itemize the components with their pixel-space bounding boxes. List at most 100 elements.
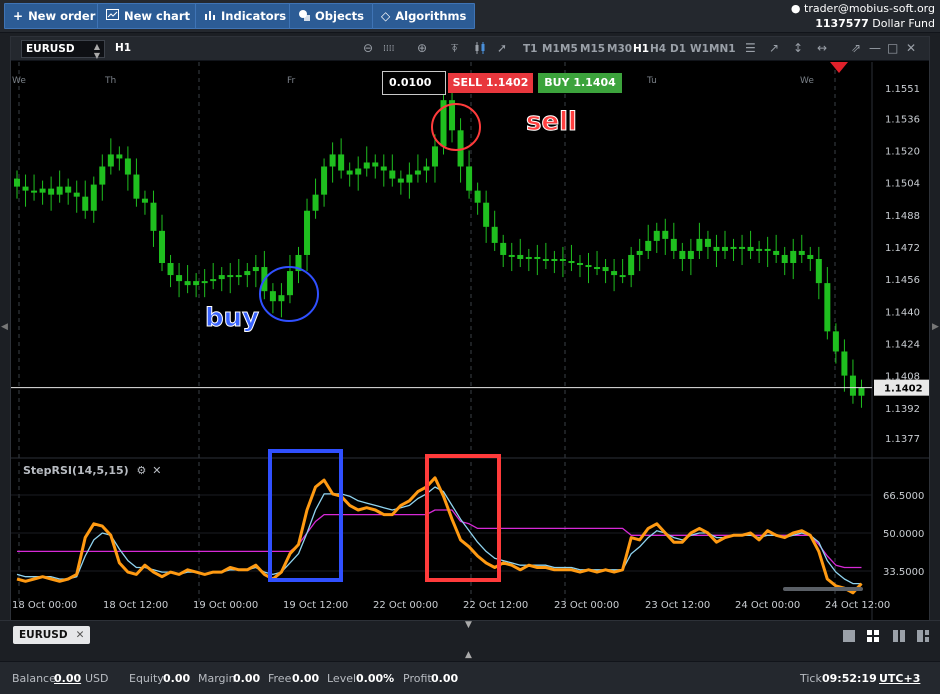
- horizontal-scale-icon[interactable]: ↔: [817, 41, 827, 55]
- buy-button[interactable]: BUY 1.1404: [538, 73, 622, 93]
- current-price-label: 1.1402: [884, 384, 923, 395]
- right-panel-toggle-icon[interactable]: ▶: [932, 322, 939, 332]
- timeframe-m15[interactable]: M15: [580, 43, 605, 55]
- price-tick-label: 1.1551: [885, 84, 920, 95]
- chart-window: EURUSD ▲ ▼ H1 ⊖ ⁞⁞⁞⁞ ⊕ ⍕ ➚ ☰ ↗ ↕ ↔ ⇗ — □ …: [10, 36, 930, 620]
- indicator-settings-icon[interactable]: ⚙: [137, 464, 147, 477]
- candle-body: [227, 275, 234, 278]
- new-chart-button[interactable]: New chart: [97, 3, 199, 29]
- candle-body: [585, 265, 592, 268]
- line-chart-type-icon[interactable]: ➚: [497, 41, 507, 55]
- close-window-icon[interactable]: ✕: [906, 41, 916, 55]
- minimize-icon[interactable]: —: [869, 41, 881, 55]
- candle-body: [696, 238, 703, 251]
- balance-value[interactable]: 0.00: [54, 672, 81, 685]
- account-id: 1137577: [815, 17, 869, 30]
- candle-body: [363, 162, 370, 169]
- tab-eurusd[interactable]: EURUSD ✕: [13, 626, 91, 644]
- price-chart[interactable]: 1.1551 1.1536 1.1520 1.1504 1.1488 1.1472 1.14…: [11, 62, 929, 620]
- candle-body: [474, 190, 481, 203]
- panel-handle[interactable]: ▲: [0, 650, 940, 661]
- bar-chart-icon: [204, 9, 216, 23]
- volume-input[interactable]: 0.0100: [382, 71, 446, 95]
- indicator-close-icon[interactable]: ✕: [152, 464, 161, 477]
- chart-window-icon: [106, 9, 119, 23]
- timeframe-m5[interactable]: M5: [560, 43, 578, 55]
- candle-body: [193, 281, 200, 286]
- price-tick-label: 1.1504: [885, 179, 920, 190]
- chart-settings-icon[interactable]: ☰: [745, 41, 756, 55]
- timezone-selector[interactable]: UTC+3: [879, 672, 920, 685]
- indicator-header: StepRSI(14,5,15) ⚙ ✕: [23, 464, 161, 477]
- candle-body: [559, 258, 566, 261]
- sell-button[interactable]: SELL 1.1402: [448, 73, 533, 93]
- spinner-arrows-icon: ▲ ▼: [93, 42, 100, 60]
- timeframe-h4[interactable]: H4: [650, 43, 666, 55]
- tick-label: Tick: [800, 672, 822, 685]
- timeframe-h1[interactable]: H1: [633, 43, 649, 55]
- chart-scrollbar[interactable]: [783, 587, 863, 591]
- left-panel-toggle-icon[interactable]: ◀: [1, 322, 8, 332]
- profit-label: Profit: [403, 672, 432, 685]
- candle-body: [466, 166, 473, 191]
- maximize-icon[interactable]: □: [887, 41, 898, 55]
- account-name: Dollar Fund: [872, 17, 935, 30]
- objects-button[interactable]: Objects: [289, 3, 373, 29]
- layout-rows-icon[interactable]: [916, 629, 930, 643]
- buy-button-label: BUY 1.1404: [544, 76, 616, 89]
- timeframe-w1[interactable]: W1: [690, 43, 709, 55]
- equity-value: 0.00: [163, 672, 191, 685]
- candle-body: [252, 267, 259, 272]
- chart-window-toolbar: EURUSD ▲ ▼ H1 ⊖ ⁞⁞⁞⁞ ⊕ ⍕ ➚ ☰ ↗ ↕ ↔ ⇗ — □ …: [11, 37, 929, 61]
- candle-body: [500, 242, 507, 255]
- algorithms-button[interactable]: ◇ Algorithms: [372, 3, 476, 29]
- timeframe-d1[interactable]: D1: [670, 43, 686, 55]
- zoom-in-icon[interactable]: ⊕: [417, 41, 427, 55]
- symbol-label: EURUSD: [26, 43, 75, 55]
- detach-window-icon[interactable]: ⇗: [851, 41, 861, 55]
- candle-chart-type-icon[interactable]: [474, 41, 486, 58]
- timeframe-m30[interactable]: M30: [607, 43, 632, 55]
- algorithms-label: Algorithms: [395, 9, 467, 23]
- account-info[interactable]: ● trader@mobius-soft.org 1137577 Dollar …: [791, 1, 935, 31]
- new-order-button[interactable]: + New order: [4, 3, 105, 29]
- price-tick-label: 1.1456: [885, 275, 920, 286]
- indicators-button[interactable]: Indicators: [195, 3, 296, 29]
- candle-body: [517, 254, 524, 259]
- timeframe-mn1[interactable]: MN1: [709, 43, 736, 55]
- collapse-panel-icon[interactable]: ▼: [465, 620, 472, 630]
- zoom-slider[interactable]: ⁞⁞⁞⁞: [383, 44, 394, 54]
- candle-body: [679, 250, 686, 259]
- candle-body: [832, 331, 839, 352]
- tab-close-icon[interactable]: ✕: [76, 629, 85, 641]
- layout-columns-icon[interactable]: [892, 629, 906, 643]
- candle-body: [508, 254, 515, 257]
- candle-body: [525, 256, 532, 259]
- price-tick-label: 1.1520: [885, 146, 920, 157]
- candle-body: [389, 170, 396, 179]
- zoom-out-icon[interactable]: ⊖: [363, 41, 373, 55]
- symbol-selector[interactable]: EURUSD ▲ ▼: [21, 40, 105, 60]
- margin-value: 0.00: [233, 672, 261, 685]
- vertical-scale-icon[interactable]: ↕: [793, 41, 803, 55]
- timeframe-m1[interactable]: M1: [542, 43, 560, 55]
- candle-body: [82, 196, 89, 211]
- candle-body: [269, 291, 276, 302]
- candle-body: [406, 174, 413, 183]
- candle-body: [858, 387, 865, 396]
- candle-body: [568, 261, 575, 264]
- candle-body: [218, 275, 225, 280]
- bar-chart-type-icon[interactable]: ⍕: [451, 41, 458, 56]
- candle-body: [244, 271, 251, 276]
- layout-grid-icon[interactable]: [866, 629, 880, 643]
- sell-button-label: SELL 1.1402: [452, 76, 529, 89]
- indicator-tick-label: 50.0000: [883, 529, 924, 540]
- time-axis-label: 18 Oct 00:00: [12, 600, 77, 611]
- candle-body: [150, 202, 157, 231]
- timeframe-t1[interactable]: T1: [523, 43, 537, 55]
- candle-body: [321, 166, 328, 195]
- candle-body: [201, 281, 208, 284]
- layout-single-icon[interactable]: [842, 629, 856, 643]
- expand-panel-icon[interactable]: ▲: [465, 650, 472, 660]
- draw-line-icon[interactable]: ↗: [769, 41, 779, 55]
